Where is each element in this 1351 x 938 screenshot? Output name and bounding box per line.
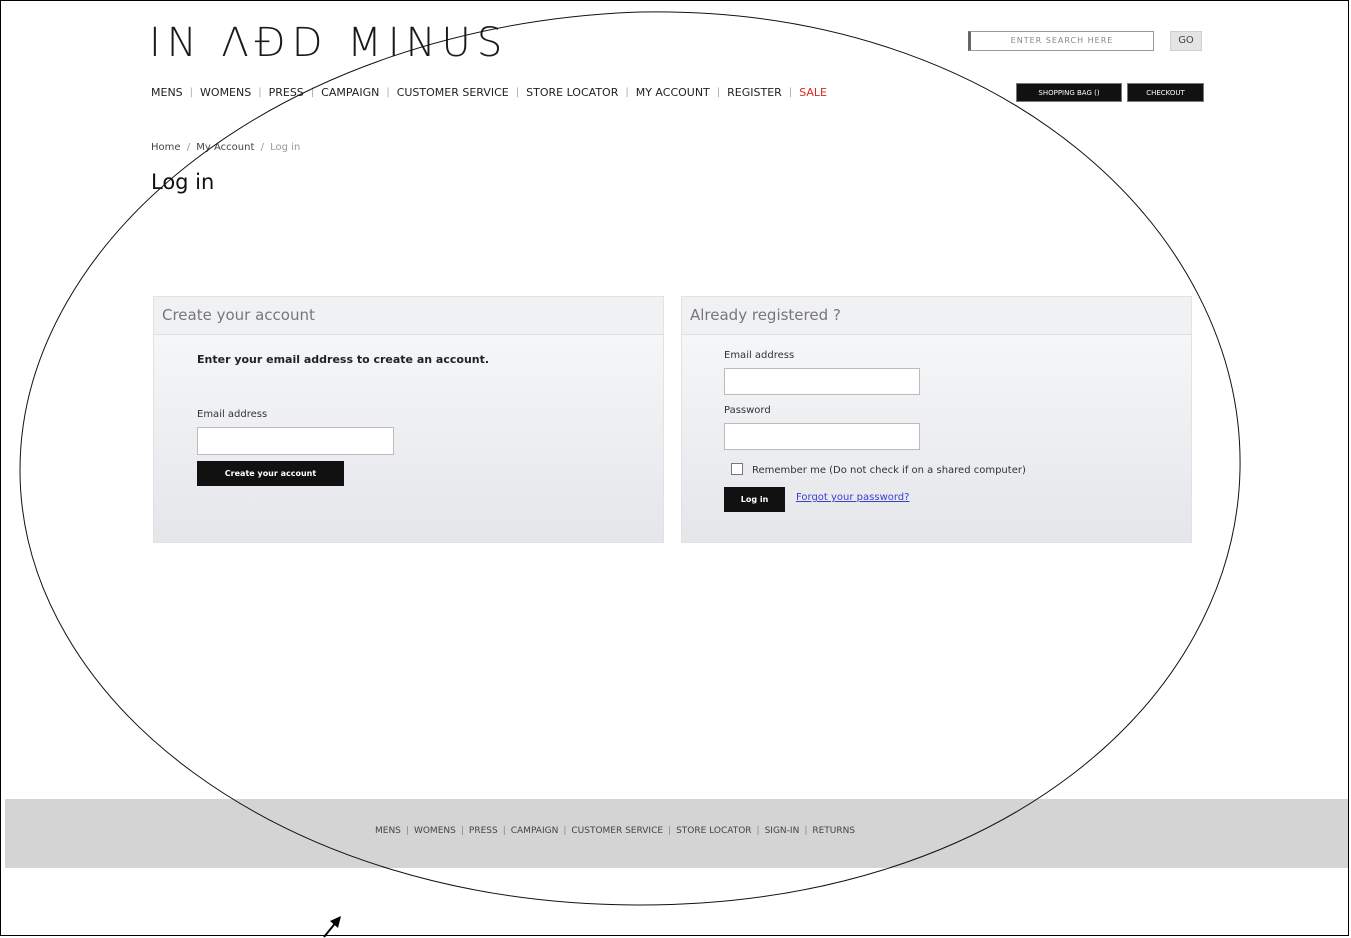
login-panel: Already registered ? Email address Passw… — [681, 296, 1192, 543]
footer-item-mens[interactable]: MENS — [375, 826, 404, 836]
shopping-bag-button[interactable]: SHOPPING BAG () — [1016, 83, 1122, 102]
footer-item-campaign[interactable]: CAMPAIGN — [508, 826, 562, 836]
footer-separator: | — [804, 826, 808, 836]
nav-item-press[interactable]: PRESS — [265, 86, 308, 99]
create-account-button[interactable]: Create your account — [197, 461, 344, 486]
password-field[interactable] — [724, 423, 920, 450]
search-input[interactable]: ENTER SEARCH HERE — [968, 31, 1154, 51]
remember-me-label: Remember me (Do not check if on a shared… — [752, 465, 1026, 476]
nav-separator: | — [310, 87, 315, 98]
nav-item-my-account[interactable]: MY ACCOUNT — [632, 86, 714, 99]
nav-separator: | — [788, 87, 793, 98]
nav-separator: | — [386, 87, 390, 98]
nav-separator: | — [189, 87, 194, 98]
nav-item-mens[interactable]: MENS — [151, 86, 187, 99]
page-title: Log in — [151, 170, 215, 194]
remember-me-checkbox[interactable] — [731, 463, 743, 475]
breadcrumb: Home / My Account / Log in — [151, 142, 300, 153]
footer-nav: MENS | WOMENS | PRESS | CAMPAIGN | CUSTO… — [375, 826, 858, 836]
create-account-heading: Create your account — [154, 297, 663, 335]
create-email-field[interactable] — [197, 427, 394, 455]
footer-separator: | — [563, 826, 567, 836]
create-email-label: Email address — [197, 409, 268, 420]
main-nav: MENS | WOMENS | PRESS | CAMPAIGN | CUSTO… — [151, 86, 831, 99]
nav-item-womens[interactable]: WOMENS — [196, 86, 255, 99]
footer-item-store-locator[interactable]: STORE LOCATOR — [673, 826, 754, 836]
create-account-intro: Enter your email address to create an ac… — [197, 353, 490, 366]
brand-logo[interactable]: IN ΛÐD MINUS — [149, 20, 508, 66]
login-email-label: Email address — [724, 350, 795, 361]
footer-separator: | — [756, 826, 760, 836]
nav-item-sale[interactable]: SALE — [795, 86, 831, 99]
nav-item-campaign[interactable]: CAMPAIGN — [317, 86, 383, 99]
nav-separator: | — [258, 87, 262, 98]
breadcrumb-home[interactable]: Home — [151, 142, 181, 153]
nav-separator: | — [625, 87, 629, 98]
nav-separator: | — [716, 87, 721, 98]
breadcrumb-my-account[interactable]: My Account — [196, 142, 254, 153]
nav-separator: | — [515, 87, 520, 98]
login-heading: Already registered ? — [682, 297, 1191, 335]
login-button[interactable]: Log in — [724, 487, 785, 512]
checkout-button[interactable]: CHECKOUT — [1127, 83, 1204, 102]
footer-item-sign-in[interactable]: SIGN-IN — [762, 826, 803, 836]
footer-item-press[interactable]: PRESS — [466, 826, 501, 836]
footer-separator: | — [668, 826, 672, 836]
search-go-button[interactable]: GO — [1170, 31, 1202, 51]
footer-separator: | — [502, 826, 506, 836]
footer-item-womens[interactable]: WOMENS — [411, 826, 459, 836]
nav-item-register[interactable]: REGISTER — [723, 86, 786, 99]
footer-item-customer-service[interactable]: CUSTOMER SERVICE — [568, 826, 666, 836]
breadcrumb-current: Log in — [270, 142, 301, 153]
forgot-password-link[interactable]: Forgot your password? — [796, 492, 909, 503]
login-email-field[interactable] — [724, 368, 920, 395]
create-account-panel: Create your account Enter your email add… — [153, 296, 664, 543]
password-label: Password — [724, 405, 771, 416]
footer-item-returns[interactable]: RETURNS — [809, 826, 858, 836]
footer-separator: | — [405, 826, 409, 836]
breadcrumb-separator: / — [260, 142, 264, 153]
breadcrumb-separator: / — [186, 142, 191, 153]
nav-item-store-locator[interactable]: STORE LOCATOR — [522, 86, 622, 99]
nav-item-customer-service[interactable]: CUSTOMER SERVICE — [393, 86, 513, 99]
footer-separator: | — [460, 826, 464, 836]
